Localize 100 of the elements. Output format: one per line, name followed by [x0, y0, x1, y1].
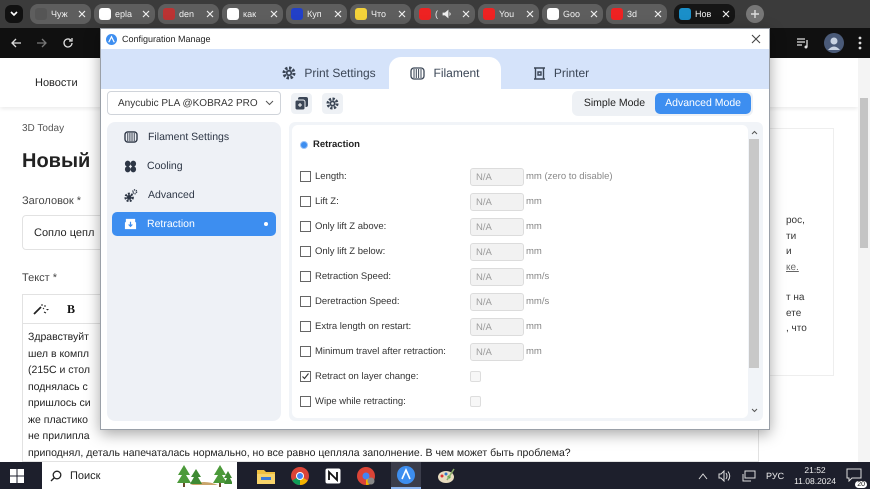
- setting-label: Length:: [315, 171, 347, 182]
- setting-label: Retraction Speed:: [315, 271, 392, 282]
- checkbox[interactable]: [300, 296, 311, 307]
- category-item[interactable]: Retraction: [112, 212, 276, 236]
- browser-tab[interactable]: как: [222, 4, 283, 24]
- preset-dropdown[interactable]: Anycubic PLA @KOBRA2 PRO: [107, 91, 281, 115]
- tab-title: Goo: [563, 9, 580, 19]
- mode-button[interactable]: Advanced Mode: [655, 92, 751, 114]
- site-icon: [547, 8, 559, 20]
- notebook-icon[interactable]: [325, 468, 341, 484]
- chevron-up-icon[interactable]: [698, 472, 708, 480]
- playlist-icon[interactable]: [796, 37, 810, 49]
- checkbox[interactable]: [300, 396, 311, 407]
- new-tab-icon[interactable]: [746, 5, 764, 23]
- browser-tab[interactable]: den: [158, 4, 219, 24]
- browser-tab[interactable]: (: [414, 4, 475, 24]
- language-indicator[interactable]: РУС: [766, 470, 784, 480]
- folder-icon[interactable]: [257, 468, 275, 484]
- speaker-icon[interactable]: [718, 470, 732, 482]
- site-icon: [163, 8, 175, 20]
- side-text: т на: [786, 291, 804, 305]
- checkbox[interactable]: [300, 221, 311, 232]
- tab-title: Куп: [307, 9, 322, 19]
- network-icon[interactable]: [742, 470, 756, 482]
- text-line: не прилипла: [28, 429, 90, 444]
- paint-palette-icon[interactable]: [437, 468, 455, 484]
- scrollbar-thumb[interactable]: [860, 98, 868, 248]
- site-icon: [291, 8, 303, 20]
- browser-tab[interactable]: epla: [94, 4, 155, 24]
- tab-title: Чуж: [51, 9, 68, 19]
- site-icon: [419, 8, 431, 20]
- browser-tab[interactable]: Goo: [542, 4, 603, 24]
- field-label: Заголовок *: [22, 195, 82, 207]
- browser-tab[interactable]: 3d: [606, 4, 667, 24]
- checkbox[interactable]: [300, 246, 311, 257]
- setting-label: Wipe while retracting:: [315, 396, 406, 407]
- unit-label: mm/s: [526, 271, 550, 282]
- breadcrumb-link[interactable]: 3D Today: [22, 123, 64, 134]
- site-icon: [355, 8, 367, 20]
- clock-time: 21:52: [804, 464, 826, 476]
- avatar-icon[interactable]: [824, 33, 844, 53]
- close-icon[interactable]: [751, 34, 761, 44]
- bold-button[interactable]: B: [67, 302, 76, 316]
- unit-label: mm: [526, 196, 542, 207]
- back-icon[interactable]: [10, 37, 22, 49]
- settings-tab[interactable]: Filament: [389, 57, 501, 89]
- browser-tab[interactable]: Куп: [286, 4, 347, 24]
- checkbox[interactable]: [300, 371, 311, 382]
- side-link[interactable]: ке.: [786, 260, 799, 275]
- notification-icon[interactable]: [846, 468, 862, 482]
- tab-title: как: [243, 9, 256, 19]
- slicer-taskbar-button[interactable]: [391, 462, 421, 489]
- tab-title: You: [499, 9, 514, 19]
- copy-preset-button[interactable]: [291, 92, 312, 114]
- checkbox[interactable]: [300, 321, 311, 332]
- checkbox[interactable]: [300, 346, 311, 357]
- scroll-down-icon[interactable]: [750, 408, 758, 413]
- page-heading: Новый: [22, 150, 90, 173]
- reload-icon[interactable]: [62, 37, 74, 49]
- magic-wand-icon[interactable]: [33, 303, 49, 315]
- browser-tab[interactable]: Нов: [674, 4, 735, 24]
- start-icon[interactable]: [10, 468, 24, 482]
- category-item[interactable]: Advanced: [112, 183, 276, 207]
- scroll-up-icon[interactable]: [750, 130, 758, 135]
- browser-tab[interactable]: Чуж: [30, 4, 91, 24]
- checkbox[interactable]: [300, 171, 311, 182]
- site-icon: [227, 8, 239, 20]
- browser-icon[interactable]: [357, 466, 375, 484]
- mode-button[interactable]: Simple Mode: [574, 92, 656, 114]
- section-marker-icon: [300, 140, 308, 148]
- taskbar-search-field[interactable]: Поиск: [42, 462, 237, 489]
- text-line: шел в компл: [28, 346, 90, 362]
- nav-link[interactable]: Новости: [35, 76, 78, 88]
- site-icon: [679, 8, 691, 20]
- setting-label: Only lift Z below:: [315, 246, 386, 257]
- search-icon: [50, 470, 62, 482]
- text-line: Здравствуйт: [28, 330, 89, 345]
- unit-label: mm (zero to disable): [526, 171, 613, 182]
- setting-label: Retract on layer change:: [315, 371, 419, 382]
- checkbox[interactable]: [300, 271, 311, 282]
- category-item[interactable]: Cooling: [112, 154, 276, 178]
- settings-button[interactable]: [322, 92, 343, 114]
- menu-icon[interactable]: [858, 36, 862, 50]
- category-item[interactable]: Filament Settings: [112, 125, 276, 149]
- checkbox[interactable]: [300, 196, 311, 207]
- forward-icon[interactable]: [36, 37, 48, 49]
- scrollbar-thumb[interactable]: [749, 139, 759, 368]
- trees-drawing: [176, 462, 232, 488]
- browser-tab[interactable]: You: [478, 4, 539, 24]
- tab-title: 3d: [627, 9, 638, 19]
- settings-tab[interactable]: Printer: [505, 57, 617, 89]
- browser-tab[interactable]: Что: [350, 4, 411, 24]
- tab-title: Нов: [695, 9, 712, 19]
- settings-tab[interactable]: Print Settings: [273, 57, 385, 89]
- side-text: рос,: [786, 214, 805, 228]
- tab-search-button[interactable]: [5, 5, 23, 23]
- value-checkbox[interactable]: [470, 371, 481, 382]
- side-text: и: [786, 245, 792, 259]
- value-checkbox[interactable]: [470, 396, 481, 407]
- browser-icon[interactable]: [291, 466, 309, 484]
